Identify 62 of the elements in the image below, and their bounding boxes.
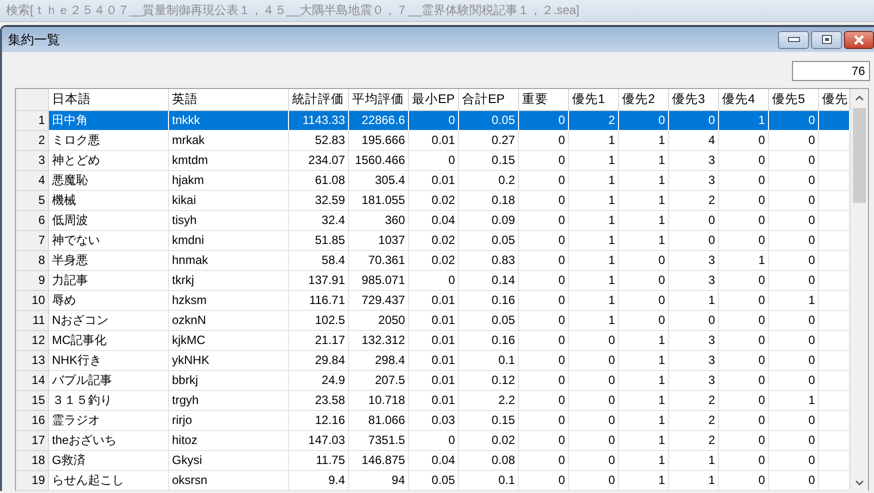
table-row[interactable]: 16 霊ラジオ rirjo 12.16 81.066 0.03 0.15 0 0 1 2 0 0 xyxy=(16,411,850,431)
table-row[interactable]: 6 低周波 tisyh 32.4 360 0.04 0.09 0 1 1 0 0 0 xyxy=(16,211,850,231)
scrollbar-thumb[interactable] xyxy=(853,108,866,203)
window-title: 集約一覧 xyxy=(8,30,61,48)
row-number: 12 xyxy=(16,331,49,351)
row-number: 18 xyxy=(16,451,49,471)
table-cell: 0 xyxy=(519,471,569,491)
table-cell: 0 xyxy=(569,471,619,491)
row-number: 15 xyxy=(16,391,49,411)
table-row[interactable]: 11 Nおざコン ozknN 102.5 2050 0.01 0.05 0 1 0 0 0 0 xyxy=(16,311,850,331)
table-row[interactable]: 4 悪魔恥 hjakm 61.08 305.4 0.01 0.2 0 1 1 3 0 0 xyxy=(16,171,850,191)
table-row[interactable]: 18 G救済 Gkysi 11.75 146.875 0.04 0.08 0 0 1 1 0 0 xyxy=(16,451,850,471)
close-button[interactable] xyxy=(844,30,874,48)
table-row[interactable]: 3 神とどめ kmtdm 234.07 1560.466 0 0.15 0 1 1 3 0 0 xyxy=(16,151,850,171)
row-number: 6 xyxy=(16,211,49,231)
row-number: 13 xyxy=(16,351,49,371)
table-row[interactable]: 9 力記事 tkrkj 137.91 985.071 0 0.14 0 1 0 3 0 0 xyxy=(16,271,850,291)
row-number: 5 xyxy=(16,191,49,211)
row-number: 9 xyxy=(16,271,49,291)
minimize-icon xyxy=(788,37,800,42)
row-number: 19 xyxy=(16,471,49,491)
row-number: 11 xyxy=(16,311,49,331)
count-field[interactable]: 76 xyxy=(792,61,870,81)
table-row[interactable]: 1 田中角 tnkkk 1143.33 22866.6 0 0.05 0 2 0 0 1 0 xyxy=(16,111,850,131)
table-cell: 1 xyxy=(619,471,669,491)
scroll-up-icon[interactable] xyxy=(855,94,864,100)
row-number: 14 xyxy=(16,371,49,391)
table-cell: 9.4 xyxy=(289,471,349,491)
table-cell: 94 xyxy=(349,471,409,491)
minimize-button[interactable] xyxy=(778,30,809,48)
table-row[interactable]: 2 ミロク悪 mrkak 52.83 195.666 0.01 0.27 0 1 1 4 0 0 xyxy=(16,131,850,151)
row-number: 2 xyxy=(16,131,49,151)
table-row[interactable]: 14 バブル記事 bbrkj 24.9 207.5 0.01 0.12 0 0 1 3 0 0 xyxy=(16,371,850,391)
table-cell: 0.1 xyxy=(459,471,519,491)
row-number: 17 xyxy=(16,431,49,451)
table-row[interactable]: 12 MC記事化 kjkMC 21.17 132.312 0.01 0.16 0 0 1 3 0 0 xyxy=(16,331,850,351)
table-row[interactable]: 7 神でない kmdni 51.85 1037 0.02 0.05 0 1 1 0 0 0 xyxy=(16,231,850,251)
maximize-icon xyxy=(822,35,832,44)
row-number: 7 xyxy=(16,231,49,251)
table-cell: 1 xyxy=(669,471,719,491)
table-cell: 0.05 xyxy=(409,471,459,491)
row-number: 3 xyxy=(16,151,49,171)
table-cell: 0 xyxy=(719,471,769,491)
close-icon xyxy=(853,34,865,44)
window-title: 検索[ｔｈｅ２５４０７__質量制御再現公表１，４５__大隅半島地震０，７__霊界体験関税記事１，２.sea] xyxy=(6,2,580,19)
row-number: 16 xyxy=(16,411,49,431)
row-number: 8 xyxy=(16,251,49,271)
table-row[interactable]: 8 半身悪 hnmak 58.4 70.361 0.02 0.83 0 1 0 3 1 0 xyxy=(16,251,850,271)
row-number: 1 xyxy=(16,111,49,131)
table-cell: 0 xyxy=(769,471,819,491)
table-cell: らせん起こし xyxy=(49,471,169,491)
maximize-button[interactable] xyxy=(811,30,842,48)
table-row[interactable]: 10 辱め hzksm 116.71 729.437 0.01 0.16 0 1 0 1 0 1 xyxy=(16,291,850,311)
table-row[interactable]: 5 機械 kikai 32.59 181.055 0.02 0.18 0 1 1 2 0 0 xyxy=(16,191,850,211)
row-number: 4 xyxy=(16,171,49,191)
table-row[interactable]: 19 らせん起こし oksrsn 9.4 94 0.05 0.1 0 0 1 1 0 0 xyxy=(16,471,850,491)
row-number: 10 xyxy=(16,291,49,311)
table-row[interactable]: 13 NHK行き ykNHK 29.84 298.4 0.01 0.1 0 0 1 3 0 0 xyxy=(16,351,850,371)
table-row[interactable]: 15 ３１５釣り trgyh 23.58 10.718 0.01 2.2 0 0 1 2 0 1 xyxy=(16,391,850,411)
table-row[interactable]: 17 theおざいち hitoz 147.03 7351.5 0 0.02 0 0 1 2 0 0 xyxy=(16,431,850,451)
table-cell: oksrsn xyxy=(169,471,289,491)
scroll-down-icon[interactable] xyxy=(855,480,864,486)
